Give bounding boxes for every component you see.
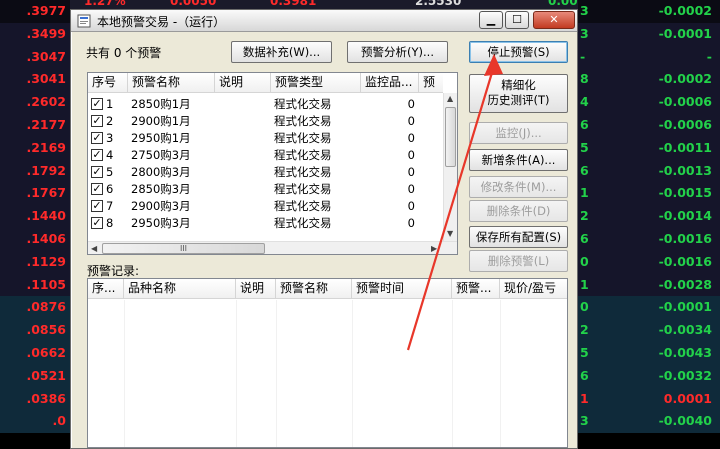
- annotation-arrow: [406, 54, 503, 351]
